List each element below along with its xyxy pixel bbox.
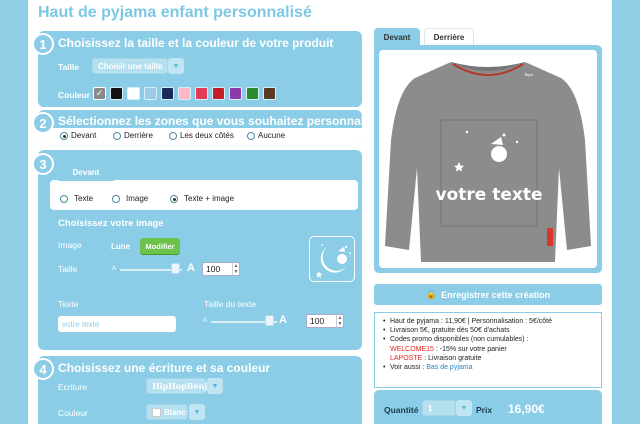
- font-label: Ecriture: [58, 382, 88, 392]
- save-creation-button[interactable]: 🔒 Enregistrer cette création: [374, 284, 602, 305]
- zone-radio[interactable]: [60, 132, 68, 140]
- shirt-tag-text: Bijzo: [525, 72, 534, 77]
- info-promo: Codes promo disponibles (non cumulables)…: [383, 335, 595, 344]
- promo-code-laposte: LAPOSTE: [390, 354, 423, 362]
- step2-number: 2: [32, 112, 54, 134]
- zone-radio[interactable]: [169, 132, 177, 140]
- price-label: Prix: [476, 405, 493, 415]
- text-label: Texte: [58, 299, 79, 309]
- size-select-arrow[interactable]: ▼: [168, 58, 184, 74]
- preview-tab-derriere[interactable]: Derrière: [424, 28, 474, 46]
- stepper-arrows[interactable]: ▲ ▼: [336, 315, 343, 327]
- tshirt-image: votre texte Bijzo: [385, 62, 591, 262]
- color-swatch[interactable]: [161, 87, 174, 100]
- step3-number: 3: [32, 153, 54, 175]
- preview-tab-devant[interactable]: Devant: [374, 28, 420, 46]
- info-see-also: Voir aussi : Bas de pyjama: [383, 363, 595, 372]
- info-code1: WELCOME15 : -15% sur votre panier: [383, 345, 595, 354]
- zone-radio-label: Devant: [71, 131, 97, 140]
- info-code2: LAPOSTE : Livraison gratuite: [383, 354, 595, 363]
- product-preview: votre texte Bijzo: [374, 45, 602, 273]
- color-label: Couleur: [58, 90, 91, 100]
- info-price: Haut de pyjama : 11,90€ | Personnalisati…: [383, 317, 595, 326]
- image-slider-big-a: A: [187, 262, 195, 274]
- moon-icon: [315, 244, 351, 278]
- size-select[interactable]: Choisir une taille: [92, 58, 168, 74]
- color-swatch[interactable]: [127, 87, 140, 100]
- zone-radio-label: Les deux côtés: [180, 131, 234, 140]
- zone-radio-label: Derrière: [124, 131, 153, 140]
- price-value: 16,90€: [508, 402, 545, 416]
- zone-radio[interactable]: [113, 132, 121, 140]
- image-size-stepper[interactable]: 100 ▲ ▼: [202, 262, 240, 276]
- color-swatch[interactable]: [178, 87, 191, 100]
- step1-number: 1: [32, 33, 54, 55]
- image-size-slider-knob[interactable]: [170, 263, 180, 274]
- content-type-radio[interactable]: [112, 195, 120, 203]
- image-preview-thumb: [309, 236, 355, 282]
- color-swatch[interactable]: [195, 87, 208, 100]
- step4-title: Choisissez une écriture et sa couleur: [58, 361, 271, 375]
- content-type-radio[interactable]: [170, 195, 178, 203]
- font-color-select[interactable]: Blanc: [146, 404, 188, 420]
- font-color-select-arrow[interactable]: ▼: [189, 404, 205, 420]
- text-size-stepper[interactable]: 100 ▲ ▼: [306, 314, 344, 328]
- content-type-label: Texte + image: [184, 194, 235, 203]
- promo-code-welcome-desc: : -15% sur votre panier: [433, 345, 507, 353]
- color-swatch[interactable]: ✓: [93, 87, 106, 100]
- image-name: Lune: [111, 242, 131, 251]
- step1-title: Choisissez la taille et la couleur de vo…: [58, 36, 334, 50]
- font-color-swatch: [152, 407, 161, 417]
- stepper-arrows[interactable]: ▲ ▼: [232, 263, 239, 275]
- check-icon: ✓: [95, 88, 104, 98]
- image-section-title: Choisissez votre image: [58, 218, 164, 229]
- text-size-value: 100: [310, 316, 325, 326]
- text-slider-small-a: A: [203, 318, 208, 324]
- info-shipping: Livraison 5€, gratuite dès 50€ d'achats: [383, 326, 595, 335]
- color-swatch[interactable]: [263, 87, 276, 100]
- step2-title: Sélectionnez les zones que vous souhaite…: [58, 114, 386, 128]
- quantity-select-arrow[interactable]: ▼: [456, 400, 472, 416]
- promo-code-laposte-desc: : Livraison gratuite: [422, 354, 482, 362]
- quantity-select[interactable]: 1: [422, 400, 456, 416]
- color-swatch[interactable]: [229, 87, 242, 100]
- font-select-arrow[interactable]: ▼: [207, 378, 223, 394]
- promo-code-welcome: WELCOME15: [390, 345, 434, 353]
- color-swatch[interactable]: [144, 87, 157, 100]
- content-type-radio[interactable]: [60, 195, 68, 203]
- color-swatch[interactable]: [212, 87, 225, 100]
- text-input[interactable]: votre texte: [58, 316, 176, 332]
- image-slider-small-a: A: [112, 266, 117, 272]
- size-label: Taille: [58, 62, 80, 72]
- product-image: votre texte Bijzo: [379, 50, 597, 268]
- text-size-slider-knob[interactable]: [265, 315, 275, 326]
- color-swatch[interactable]: [110, 87, 123, 100]
- font-color-value: Blanc: [164, 407, 186, 417]
- save-creation-label: Enregistrer cette création: [441, 289, 551, 300]
- image-label: Image: [58, 240, 82, 250]
- tab-devant[interactable]: Devant: [58, 163, 114, 181]
- modify-image-button[interactable]: Modifier: [140, 238, 180, 254]
- text-slider-big-a: A: [279, 314, 287, 326]
- content-type-label: Texte: [74, 194, 94, 203]
- content-type-label: Image: [126, 194, 149, 203]
- zone-radio[interactable]: [247, 132, 255, 140]
- color-swatch[interactable]: [246, 87, 259, 100]
- zone-radio-label: Aucune: [258, 131, 286, 140]
- see-also-prefix: Voir aussi :: [390, 364, 427, 372]
- info-box: Haut de pyjama : 11,90€ | Personnalisati…: [374, 312, 602, 388]
- image-size-label: Taille: [58, 264, 78, 274]
- image-size-value: 100: [206, 264, 221, 274]
- font-select[interactable]: HipHopBenj: [146, 378, 207, 394]
- step4-number: 4: [32, 358, 54, 380]
- design-text: votre texte: [436, 185, 543, 205]
- lock-icon: 🔒: [425, 289, 438, 299]
- page-title: Haut de pyjama enfant personnalisé: [38, 4, 312, 21]
- font-color-label: Couleur: [58, 408, 88, 418]
- text-size-label: Taille du texte: [204, 299, 256, 309]
- quantity-label: Quantité: [384, 405, 419, 415]
- see-also-link[interactable]: Bas de pyjama: [426, 364, 472, 371]
